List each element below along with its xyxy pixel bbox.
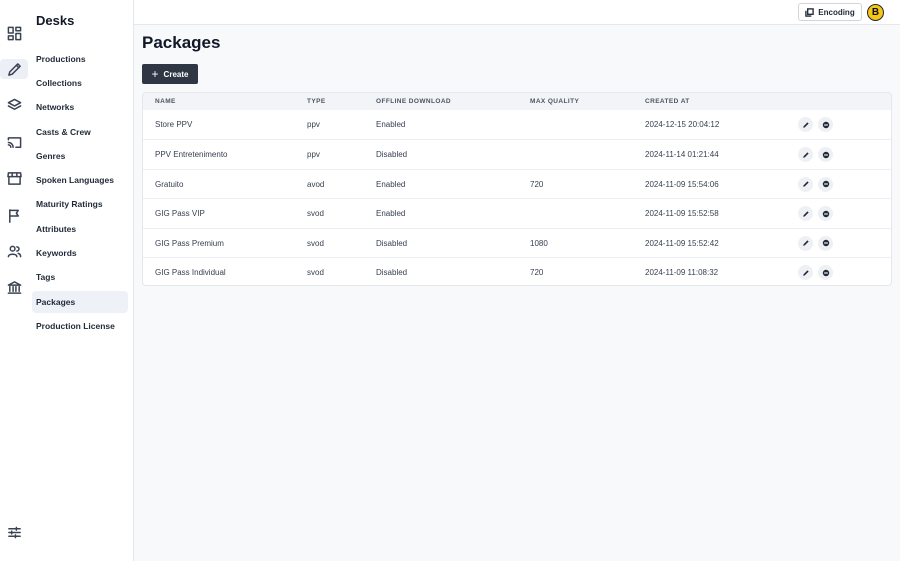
remove-button[interactable] bbox=[818, 176, 833, 192]
pencil-icon bbox=[802, 210, 810, 218]
remove-button[interactable] bbox=[818, 147, 833, 163]
cell-created-at: 2024-11-14 01:21:44 bbox=[645, 150, 719, 160]
table-row[interactable]: GIG Pass Premium svod Disabled 1080 2024-11-… bbox=[143, 227, 891, 257]
cell-name: PPV Entretenimento bbox=[155, 150, 228, 160]
cell-type: svod bbox=[307, 238, 324, 248]
sidebar-item-spoken-languages[interactable]: Spoken Languages bbox=[32, 169, 128, 191]
page-title: Packages bbox=[142, 33, 221, 52]
column-header-name[interactable]: NAME bbox=[155, 98, 176, 105]
packages-table: NAME TYPE OFFLINE DOWNLOAD MAX QUALITY C… bbox=[142, 92, 892, 286]
table-header: NAME TYPE OFFLINE DOWNLOAD MAX QUALITY C… bbox=[143, 93, 891, 110]
column-header-created-at[interactable]: CREATED AT bbox=[645, 98, 690, 105]
edit-button[interactable] bbox=[798, 265, 813, 280]
dashboard-icon[interactable] bbox=[4, 23, 24, 43]
icon-rail bbox=[0, 0, 28, 561]
cell-type: ppv bbox=[307, 120, 320, 129]
pencil-icon[interactable] bbox=[0, 59, 28, 79]
cell-type: avod bbox=[307, 179, 325, 189]
pencil-icon bbox=[802, 121, 810, 129]
table-row[interactable]: Store PPV ppv Enabled 2024-12-15 20:04:12 bbox=[143, 110, 891, 139]
cell-max-quality: 1080 bbox=[530, 238, 548, 248]
sidebar-title: Desks bbox=[36, 13, 75, 28]
column-header-offline-download[interactable]: OFFLINE DOWNLOAD bbox=[376, 98, 451, 105]
remove-button[interactable] bbox=[818, 235, 833, 251]
column-header-type[interactable]: TYPE bbox=[307, 98, 326, 105]
cast-icon[interactable] bbox=[4, 132, 24, 152]
table-row[interactable]: GIG Pass Individual svod Disabled 720 2024-1… bbox=[143, 257, 891, 285]
cell-name: Store PPV bbox=[155, 120, 193, 129]
plus-icon: + bbox=[151, 67, 159, 81]
remove-button[interactable] bbox=[818, 265, 833, 280]
pencil-icon bbox=[802, 180, 810, 188]
remove-button[interactable] bbox=[818, 117, 833, 132]
cell-offline-download: Enabled bbox=[376, 209, 406, 219]
minus-circle-icon bbox=[822, 239, 830, 247]
pencil-icon bbox=[802, 239, 810, 247]
sidebar: Desks Productions Collections Networks C… bbox=[28, 0, 134, 561]
cell-type: svod bbox=[307, 209, 324, 219]
avatar-letter: B bbox=[871, 7, 880, 18]
cell-created-at: 2024-12-15 20:04:12 bbox=[645, 120, 720, 129]
cell-created-at: 2024-11-09 15:54:06 bbox=[645, 179, 719, 189]
sidebar-item-keywords[interactable]: Keywords bbox=[32, 242, 128, 264]
edit-button[interactable] bbox=[798, 206, 813, 222]
settings-sliders-icon[interactable] bbox=[7, 525, 22, 540]
table-row[interactable]: Gratuito avod Enabled 720 2024-11-09 15:54:0… bbox=[143, 168, 891, 198]
sidebar-item-casts-crew[interactable]: Casts & Crew bbox=[32, 121, 128, 143]
cell-offline-download: Enabled bbox=[376, 179, 406, 189]
cell-offline-download: Disabled bbox=[376, 150, 408, 160]
bank-icon[interactable] bbox=[4, 277, 24, 297]
cell-name: GIG Pass Individual bbox=[155, 268, 226, 277]
cell-max-quality: 720 bbox=[530, 268, 544, 277]
remove-button[interactable] bbox=[818, 206, 833, 222]
cell-type: ppv bbox=[307, 150, 320, 160]
sidebar-item-tags[interactable]: Tags bbox=[32, 266, 128, 288]
sidebar-item-production-license[interactable]: Production License bbox=[32, 315, 128, 337]
minus-circle-icon bbox=[822, 151, 830, 159]
sidebar-item-attributes[interactable]: Attributes bbox=[32, 218, 128, 240]
sidebar-item-productions[interactable]: Productions bbox=[32, 48, 128, 70]
edit-button[interactable] bbox=[798, 147, 813, 163]
top-bar: Encoding B bbox=[134, 0, 900, 25]
encoding-button[interactable]: Encoding bbox=[798, 3, 862, 21]
cell-name: GIG Pass VIP bbox=[155, 209, 205, 219]
edit-button[interactable] bbox=[798, 235, 813, 251]
minus-circle-icon bbox=[822, 180, 830, 188]
pencil-icon bbox=[802, 269, 810, 277]
users-icon[interactable] bbox=[4, 241, 24, 261]
cell-name: GIG Pass Premium bbox=[155, 238, 224, 248]
layers-icon[interactable] bbox=[4, 95, 24, 115]
cell-type: svod bbox=[307, 268, 324, 277]
minus-circle-icon bbox=[822, 210, 830, 218]
cell-offline-download: Enabled bbox=[376, 120, 406, 129]
store-icon[interactable] bbox=[4, 168, 24, 188]
sidebar-item-collections[interactable]: Collections bbox=[32, 72, 128, 94]
cell-name: Gratuito bbox=[155, 179, 184, 189]
cell-offline-download: Disabled bbox=[376, 268, 408, 277]
cell-offline-download: Disabled bbox=[376, 238, 408, 248]
edit-button[interactable] bbox=[798, 117, 813, 132]
cell-created-at: 2024-11-09 15:52:42 bbox=[645, 238, 719, 248]
pencil-icon bbox=[802, 151, 810, 159]
table-row[interactable]: GIG Pass VIP svod Enabled 2024-11-09 15:52:… bbox=[143, 198, 891, 227]
column-header-max-quality[interactable]: MAX QUALITY bbox=[530, 98, 579, 105]
encoding-label: Encoding bbox=[818, 7, 855, 17]
cell-created-at: 2024-11-09 11:08:32 bbox=[645, 268, 719, 277]
table-row[interactable]: PPV Entretenimento ppv Disabled 2024-11-14 … bbox=[143, 139, 891, 168]
sidebar-item-packages[interactable]: Packages bbox=[32, 291, 128, 313]
minus-circle-icon bbox=[822, 269, 830, 277]
cell-created-at: 2024-11-09 15:52:58 bbox=[645, 209, 719, 219]
copy-icon bbox=[805, 7, 815, 17]
minus-circle-icon bbox=[822, 121, 830, 129]
sidebar-item-genres[interactable]: Genres bbox=[32, 145, 128, 167]
flag-icon[interactable] bbox=[4, 205, 24, 225]
sidebar-item-maturity-ratings[interactable]: Maturity Ratings bbox=[32, 193, 128, 215]
sidebar-item-networks[interactable]: Networks bbox=[32, 96, 128, 118]
avatar[interactable]: B bbox=[867, 4, 884, 21]
create-label: Create bbox=[163, 69, 189, 79]
create-button[interactable]: + Create bbox=[142, 64, 198, 84]
edit-button[interactable] bbox=[798, 176, 813, 192]
cell-max-quality: 720 bbox=[530, 179, 544, 189]
